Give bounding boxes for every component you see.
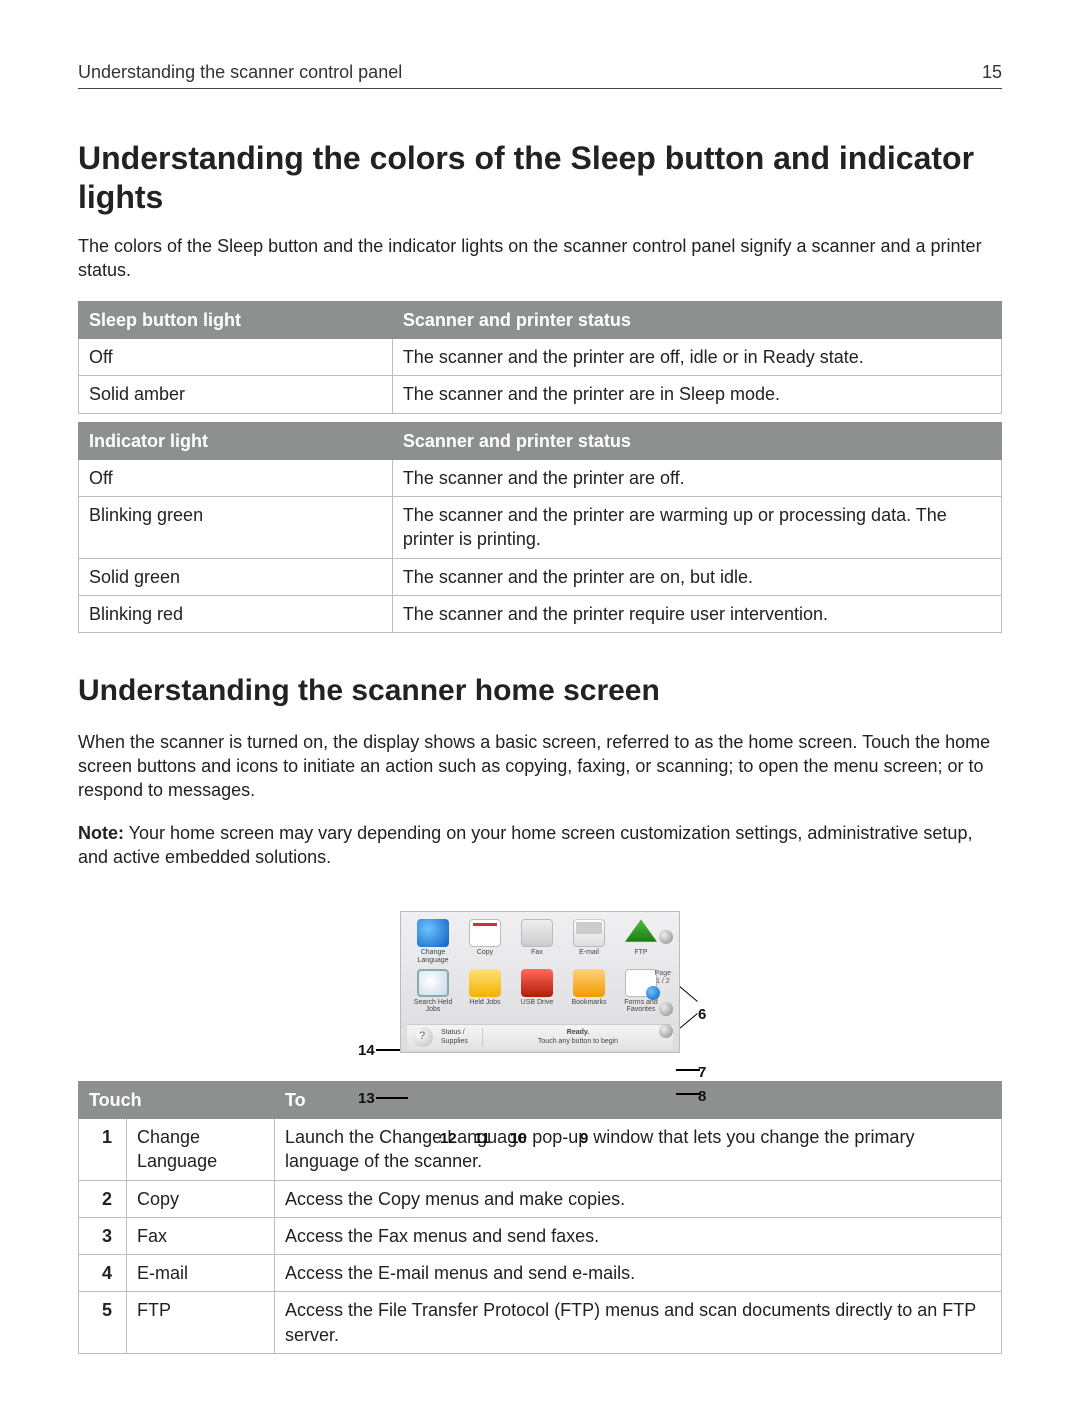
note-text: Your home screen may vary depending on y…	[78, 823, 972, 867]
page-indicator: Page 1 / 2	[655, 970, 671, 985]
intro-paragraph-1: The colors of the Sleep button and the i…	[78, 234, 1002, 283]
app-fax[interactable]: Fax	[511, 918, 563, 964]
folder-icon	[469, 969, 501, 997]
th-status: Scanner and printer status	[392, 301, 1001, 338]
status-supplies-button[interactable]: Status / Supplies	[437, 1028, 483, 1047]
table-row: Solid greenThe scanner and the printer a…	[79, 558, 1002, 595]
app-email[interactable]: E-mail	[563, 918, 615, 964]
forms-icon	[625, 969, 657, 997]
table-row: Blinking greenThe scanner and the printe…	[79, 497, 1002, 559]
sleep-button-table: Sleep button light Scanner and printer s…	[78, 301, 1002, 414]
th-sleep: Sleep button light	[79, 301, 393, 338]
callout-8: 8	[698, 1087, 706, 1107]
callout-6: 6	[698, 1005, 706, 1025]
globe-icon	[417, 919, 449, 947]
app-change-language[interactable]: Change Language	[407, 918, 459, 964]
search-icon	[417, 969, 449, 997]
app-held-jobs[interactable]: Held Jobs	[459, 968, 511, 1014]
leader-line	[376, 1097, 408, 1098]
intro-paragraph-2: When the scanner is turned on, the displ…	[78, 730, 1002, 803]
email-icon	[573, 919, 605, 947]
note-paragraph: Note: Your home screen may vary dependin…	[78, 821, 1002, 870]
callout-7: 7	[698, 1063, 706, 1083]
page-number: 15	[982, 60, 1002, 84]
table-row: Solid amber The scanner and the printer …	[79, 376, 1002, 413]
callout-13: 13	[358, 1089, 375, 1109]
callout-10: 10	[510, 1129, 527, 1149]
th-to: To	[275, 1081, 1002, 1118]
leader-line	[676, 1069, 700, 1070]
table-row: 5 FTP Access the File Transfer Protocol …	[79, 1292, 1002, 1354]
callout-11: 11	[474, 1129, 490, 1149]
table-row: 1 Change Language Launch the Change Lang…	[79, 1119, 1002, 1181]
callout-9: 9	[580, 1129, 588, 1149]
copy-icon	[469, 919, 501, 947]
th-indicator: Indicator light	[79, 422, 393, 459]
app-usb-drive[interactable]: USB Drive	[511, 968, 563, 1014]
table-row: Off The scanner and the printer are off,…	[79, 338, 1002, 375]
touch-table: Touch To 1 Change Language Launch the Ch…	[78, 1081, 1002, 1354]
tips-icon[interactable]	[413, 1027, 433, 1047]
home-screen-mockup: Change Language Copy Fax E-mail FTP Sear…	[400, 911, 680, 1052]
note-label: Note:	[78, 823, 124, 843]
fax-icon	[521, 919, 553, 947]
section-heading-2: Understanding the scanner home screen	[78, 671, 1002, 712]
bookmark-icon	[573, 969, 605, 997]
th-status2: Scanner and printer status	[392, 422, 1001, 459]
leader-line	[676, 1093, 700, 1094]
running-header: Understanding the scanner control panel …	[78, 60, 1002, 89]
section-heading-1: Understanding the colors of the Sleep bu…	[78, 139, 1002, 216]
table-row: Blinking redThe scanner and the printer …	[79, 596, 1002, 633]
table-row: OffThe scanner and the printer are off.	[79, 459, 1002, 496]
app-search-held[interactable]: Search Held Jobs	[407, 968, 459, 1014]
home-screen-figure: 1 2 3 4 5 6 7 8 9 10 11 12 13 14 Change …	[360, 911, 720, 1052]
table-row: 2 Copy Access the Copy menus and make co…	[79, 1180, 1002, 1217]
callout-12: 12	[440, 1129, 457, 1149]
table-row: 4 E-mail Access the E-mail menus and sen…	[79, 1255, 1002, 1292]
status-message-bar[interactable]: Ready. Touch any button to begin	[483, 1028, 673, 1047]
section-name: Understanding the scanner control panel	[78, 60, 402, 84]
th-touch: Touch	[79, 1081, 275, 1118]
indicator-light-table: Indicator light Scanner and printer stat…	[78, 422, 1002, 634]
table-row: 3 Fax Access the Fax menus and send faxe…	[79, 1217, 1002, 1254]
app-copy[interactable]: Copy	[459, 918, 511, 964]
status-bar: Status / Supplies Ready. Touch any butto…	[407, 1024, 673, 1050]
ftp-icon	[625, 919, 657, 947]
app-bookmarks[interactable]: Bookmarks	[563, 968, 615, 1014]
callout-14: 14	[358, 1041, 375, 1061]
usb-icon	[521, 969, 553, 997]
app-ftp[interactable]: FTP	[615, 918, 667, 964]
